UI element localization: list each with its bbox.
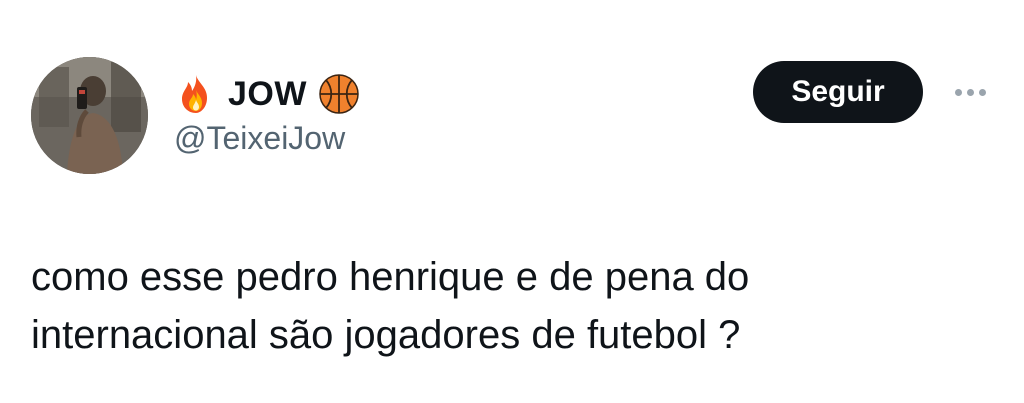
more-dot xyxy=(954,88,962,96)
tweet-text-line: internacional são jogadores de futebol ? xyxy=(31,313,741,357)
more-dot xyxy=(978,88,986,96)
author-display-name: JOW xyxy=(228,75,307,113)
fire-emoji-icon xyxy=(174,72,218,116)
tweet-text: como esse pedro henrique e de pena do in… xyxy=(31,248,991,364)
more-dot xyxy=(966,88,974,96)
follow-button[interactable]: Seguir xyxy=(753,61,923,123)
avatar-photo xyxy=(31,57,148,174)
author-name-row[interactable]: JOW xyxy=(174,68,361,120)
avatar[interactable] xyxy=(31,57,148,174)
more-options-icon[interactable] xyxy=(947,80,993,104)
tweet-card: JOW @TeixeiJow Seguir como esse pedro he… xyxy=(0,0,1024,403)
basketball-emoji-icon xyxy=(317,72,361,116)
author-handle[interactable]: @TeixeiJow xyxy=(174,120,345,156)
tweet-text-line: como esse pedro henrique e de pena do xyxy=(31,255,750,299)
